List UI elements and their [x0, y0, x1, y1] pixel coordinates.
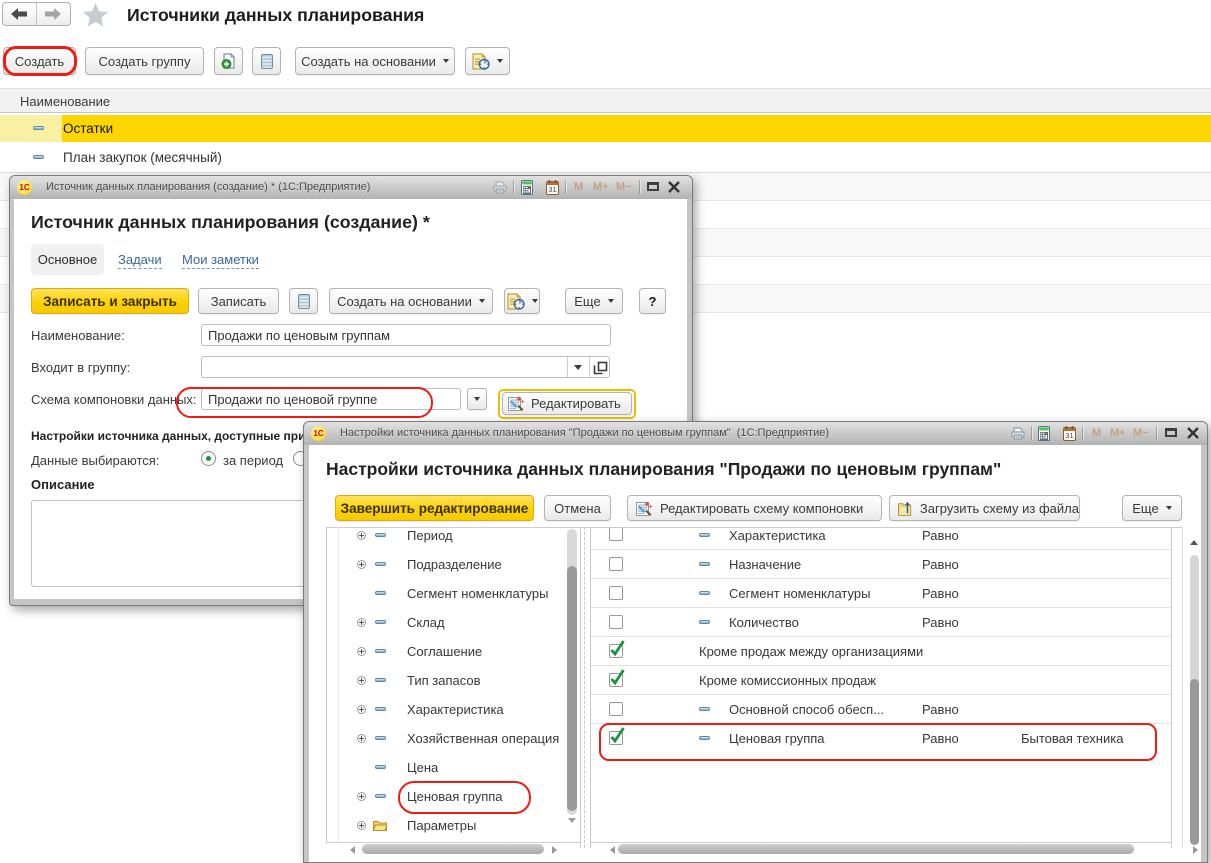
svg-text:31: 31: [1065, 431, 1073, 440]
svg-text:31: 31: [548, 185, 556, 194]
